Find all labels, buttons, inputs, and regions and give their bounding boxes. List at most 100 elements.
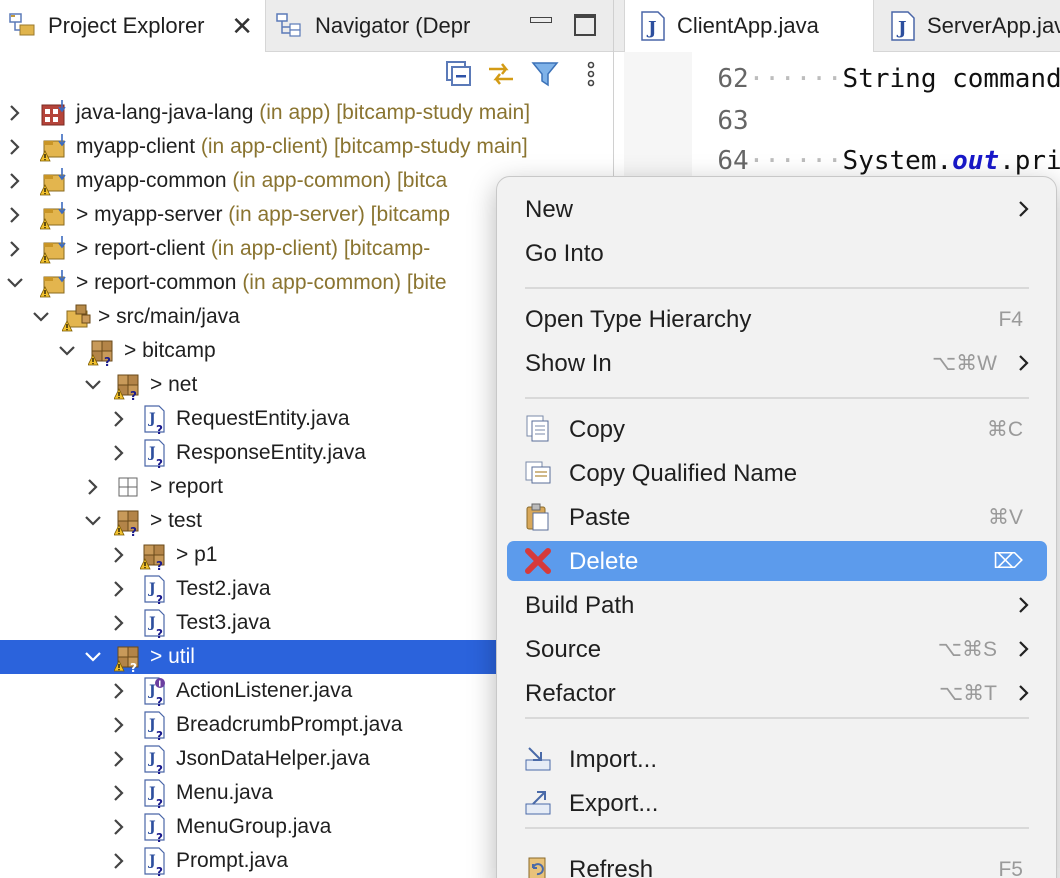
menu-item-export[interactable]: Export... <box>507 783 1047 823</box>
menu-separator <box>525 827 1029 829</box>
link-with-editor-icon[interactable] <box>486 59 516 89</box>
svg-text:J: J <box>147 819 156 835</box>
tab-project-explorer[interactable]: Project Explorer ✕ <box>0 0 266 52</box>
tree-item-name: myapp-client <box>76 135 196 158</box>
menu-item-refactor[interactable]: Refactor ⌥⌘T <box>507 673 1047 713</box>
chevron-right-icon[interactable] <box>84 477 102 497</box>
code-line[interactable]: 64······System.out.printl <box>624 116 1060 176</box>
package-icon: ? <box>140 544 165 571</box>
code-line[interactable]: 63 <box>624 76 748 136</box>
close-icon[interactable]: ✕ <box>231 11 253 42</box>
svg-text:?: ? <box>156 865 163 877</box>
menu-separator <box>525 717 1029 719</box>
collapse-all-icon[interactable] <box>444 59 474 89</box>
export-icon <box>525 791 551 815</box>
view-menu-icon[interactable] <box>576 59 606 89</box>
menu-item-label: Refresh <box>569 856 654 878</box>
chevron-down-icon[interactable] <box>6 273 24 293</box>
paste-icon <box>526 503 549 531</box>
menu-item-label: Go Into <box>525 240 604 267</box>
chevron-down-icon[interactable] <box>32 307 50 327</box>
svg-text:?: ? <box>156 559 163 571</box>
svg-text:?: ? <box>156 695 163 707</box>
menu-item-source[interactable]: Source ⌥⌘S <box>507 629 1047 669</box>
menu-item-open-type-hierarchy[interactable]: Open Type Hierarchy F4 <box>507 299 1047 339</box>
menu-item-label: Show In <box>525 350 612 377</box>
chevron-right-icon <box>1019 597 1029 613</box>
svg-text:?: ? <box>156 593 163 605</box>
tree-item-label: > p1 <box>176 542 217 568</box>
menu-item-delete[interactable]: Delete ⌦ <box>507 541 1047 581</box>
menu-item-paste[interactable]: Paste ⌘V <box>507 497 1047 537</box>
filter-icon[interactable] <box>530 59 560 89</box>
svg-text:J: J <box>147 445 156 461</box>
chevron-right-icon[interactable] <box>6 137 24 157</box>
maximize-icon[interactable] <box>574 14 596 36</box>
chevron-right-icon <box>1019 355 1029 371</box>
chevron-right-icon[interactable] <box>110 783 128 803</box>
chevron-right-icon[interactable] <box>110 851 128 871</box>
chevron-right-icon[interactable] <box>110 715 128 735</box>
project-warning-icon <box>40 202 66 230</box>
chevron-right-icon[interactable] <box>110 817 128 837</box>
chevron-down-icon[interactable] <box>58 341 76 361</box>
chevron-right-icon[interactable] <box>110 409 128 429</box>
chevron-right-icon[interactable] <box>110 613 128 633</box>
tree-item[interactable]: myapp-client (in app-client) [bitcamp-st… <box>0 130 613 164</box>
menu-item-label: Copy Qualified Name <box>569 460 798 487</box>
menu-item-copy[interactable]: Copy ⌘C <box>507 409 1047 449</box>
menu-item-show-in[interactable]: Show In ⌥⌘W <box>507 343 1047 383</box>
tree-item-name: Prompt.java <box>176 849 289 872</box>
chevron-down-icon[interactable] <box>84 647 102 667</box>
tree-item-label: > util <box>150 644 195 670</box>
svg-text:J: J <box>147 615 156 631</box>
chevron-right-icon[interactable] <box>6 171 24 191</box>
tree-item-name: java-lang-java-lang <box>76 101 254 124</box>
chevron-right-icon[interactable] <box>110 579 128 599</box>
chevron-down-icon[interactable] <box>84 511 102 531</box>
navigator-icon <box>276 13 301 37</box>
tree-item-label: Test3.java <box>176 610 271 636</box>
chevron-right-icon[interactable] <box>110 443 128 463</box>
chevron-right-icon[interactable] <box>110 681 128 701</box>
menu-item-build-path[interactable]: Build Path <box>507 585 1047 625</box>
code-line[interactable]: 62······String command = <box>624 34 1060 94</box>
chevron-right-icon[interactable] <box>6 103 24 123</box>
menu-item-import[interactable]: Import... <box>507 739 1047 779</box>
tree-item-name: Test2.java <box>176 577 271 600</box>
tree-item-label: BreadcrumbPrompt.java <box>176 712 402 738</box>
tree-item-label: myapp-common (in app-common) [bitca <box>76 168 447 194</box>
menu-item-label: Refactor <box>525 680 616 707</box>
svg-text:J: J <box>147 853 156 869</box>
svg-text:J: J <box>147 411 156 427</box>
menu-item-label: Build Path <box>525 592 635 619</box>
chevron-right-icon[interactable] <box>6 205 24 225</box>
chevron-right-icon[interactable] <box>6 239 24 259</box>
tree-item-label: JsonDataHelper.java <box>176 746 370 772</box>
context-menu: New Go Into Open Type Hierarchy F4 Show In ⌥⌘… <box>496 176 1057 878</box>
tree-item[interactable]: java-lang-java-lang (in app) [bitcamp-st… <box>0 96 613 130</box>
menu-item-label: Export... <box>569 790 659 817</box>
tree-item-label: RequestEntity.java <box>176 406 350 432</box>
svg-text:I: I <box>158 680 161 689</box>
chevron-right-icon[interactable] <box>110 545 128 565</box>
menu-item-go-into[interactable]: Go Into <box>507 233 1047 273</box>
menu-item-new[interactable]: New <box>507 189 1047 229</box>
java-interface-file-icon: J? I <box>144 677 165 707</box>
tree-item-label: > net <box>150 372 197 398</box>
chevron-right-icon[interactable] <box>110 749 128 769</box>
tab-navigator[interactable]: Navigator (Depr <box>267 0 613 52</box>
tree-item-label: > report <box>150 474 223 500</box>
menu-item-copy-qualified-name[interactable]: Copy Qualified Name <box>507 453 1047 493</box>
minimize-icon[interactable] <box>530 14 552 36</box>
tab-navigator-label: Navigator (Depr <box>315 13 471 38</box>
tree-item-label: > report-client (in app-client) [bitcamp… <box>76 236 430 262</box>
svg-text:?: ? <box>156 763 163 775</box>
refresh-icon <box>528 857 546 878</box>
tree-item-name: JsonDataHelper.java <box>176 747 370 770</box>
tree-item-name: ResponseEntity.java <box>176 441 366 464</box>
menu-item-refresh[interactable]: Refresh F5 <box>507 849 1047 878</box>
project-explorer-icon <box>9 13 35 36</box>
svg-text:?: ? <box>130 389 137 401</box>
chevron-down-icon[interactable] <box>84 375 102 395</box>
